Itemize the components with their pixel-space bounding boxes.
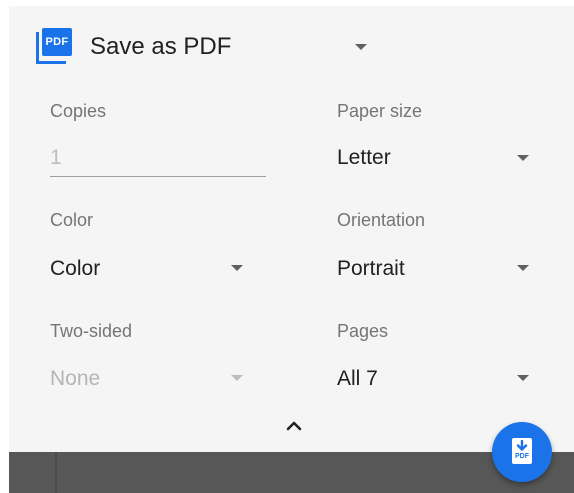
pdf-icon-label: PDF [42, 28, 72, 56]
paper-size-dropdown-icon[interactable] [517, 155, 529, 161]
chevron-up-icon[interactable] [282, 414, 306, 438]
two-sided-value: None [50, 367, 101, 390]
pdf-icon: PDF [36, 28, 74, 66]
preview-area [9, 452, 574, 493]
save-pdf-icon: PDF [512, 438, 532, 464]
save-pdf-button[interactable]: PDF [492, 422, 552, 482]
destination-dropdown-icon[interactable] [355, 44, 367, 50]
two-sided-dropdown-icon[interactable] [231, 375, 243, 381]
copies-input[interactable] [50, 140, 266, 177]
pages-value: All 7 [337, 367, 378, 390]
color-label: Color [50, 210, 94, 230]
pages-label: Pages [337, 321, 389, 341]
preview-page-edge [55, 452, 57, 493]
orientation-value: Portrait [337, 257, 405, 280]
color-dropdown-icon[interactable] [231, 265, 243, 271]
destination-select[interactable]: PDF Save as PDF [36, 28, 231, 66]
save-pdf-icon-label: PDF [515, 453, 529, 460]
color-value: Color [50, 257, 101, 280]
paper-size-value: Letter [337, 146, 391, 169]
paper-size-label: Paper size [337, 101, 423, 121]
two-sided-label: Two-sided [50, 321, 133, 341]
orientation-label: Orientation [337, 210, 426, 230]
copies-label: Copies [50, 101, 107, 121]
pages-dropdown-icon[interactable] [517, 375, 529, 381]
orientation-dropdown-icon[interactable] [517, 265, 529, 271]
destination-name: Save as PDF [90, 33, 232, 60]
